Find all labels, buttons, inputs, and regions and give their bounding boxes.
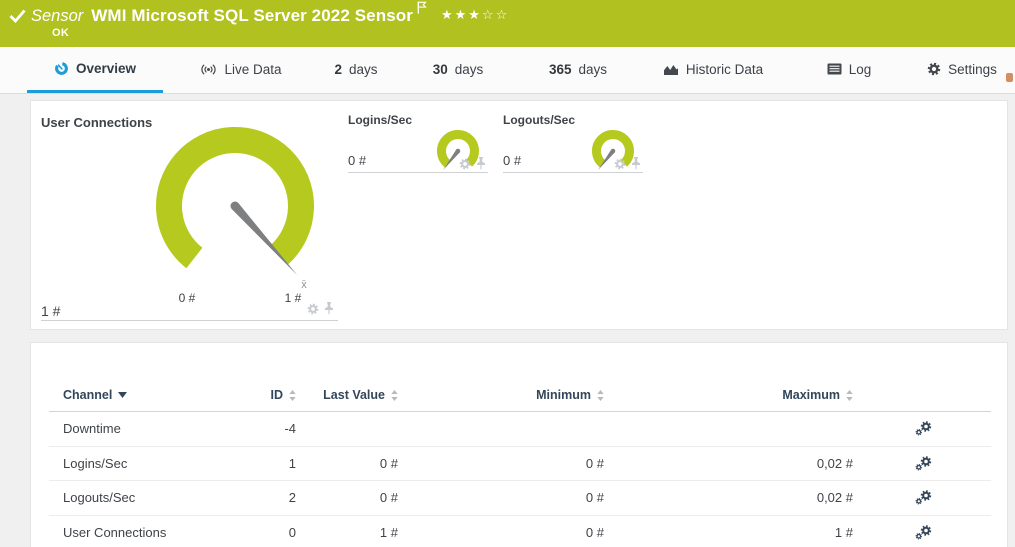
channel-row-downtime[interactable]: Downtime-4 (49, 412, 991, 447)
column-label: Maximum (782, 388, 840, 402)
gauge-current-value: 0 # (348, 153, 366, 168)
tab-overview[interactable]: Overview (27, 47, 163, 93)
cell-channel: User Connections (49, 525, 249, 540)
tab-2-days[interactable]: 2 days (322, 47, 390, 91)
cell-minimum: 0 # (398, 456, 604, 471)
gauge-title: Logouts/Sec (503, 113, 575, 127)
channel-table-panel: Channel ID Last Value Minimum Maximum Downtim… (30, 342, 1008, 547)
gauge-pin-icon[interactable] (324, 302, 334, 315)
flag-icon[interactable] (417, 1, 427, 14)
gauge-settings-gear-icon[interactable] (614, 158, 626, 170)
tab-label: Log (849, 62, 872, 77)
tab-range-number: 365 (549, 62, 572, 77)
tab-label: Historic Data (686, 62, 763, 77)
channel-settings-icon[interactable] (915, 525, 932, 540)
sensor-title: WMI Microsoft SQL Server 2022 Sensor (91, 6, 413, 26)
tab-log[interactable]: Log (818, 47, 880, 91)
channel-row-logouts-sec[interactable]: Logouts/Sec20 #0 #0,02 # (49, 481, 991, 516)
column-header-channel[interactable]: Channel (49, 388, 249, 402)
gauge-pin-icon[interactable] (476, 157, 486, 170)
table-header-row: Channel ID Last Value Minimum Maximum (49, 379, 991, 412)
cell-maximum: 0,02 # (604, 456, 853, 471)
sort-both-icon (289, 390, 296, 401)
sort-both-icon (846, 390, 853, 401)
tab-label: Settings (948, 62, 997, 77)
tab-label: Overview (76, 61, 136, 76)
channel-settings-icon[interactable] (915, 456, 932, 471)
gauge-settings-gear-icon[interactable] (307, 303, 319, 315)
tab-365-days[interactable]: 365 days (536, 47, 620, 91)
object-kind-label: Sensor (31, 7, 83, 26)
tab-range-number: 30 (433, 62, 448, 77)
sort-both-icon (597, 390, 604, 401)
column-header-last_value[interactable]: Last Value (296, 388, 398, 402)
sort-both-icon (391, 390, 398, 401)
status-ok-check-icon (9, 9, 26, 23)
gauge-tile-logins-sec[interactable]: Logins/Sec 0 # (348, 111, 488, 173)
tab-live-data[interactable]: Live Data (185, 47, 297, 91)
tab-bar: Overview Live Data 2 days 30 days 365 days Histo… (0, 47, 1015, 94)
gauges-panel: User Connections0 #1 #x̄1 # Logins/Sec0 … (30, 100, 1008, 330)
broadcast-icon (200, 63, 217, 76)
column-label: Channel (63, 388, 112, 402)
cell-id: 1 (249, 456, 296, 471)
sensor-status-header: Sensor WMI Microsoft SQL Server 2022 Sen… (0, 0, 1015, 47)
gauge-current-value: 0 # (503, 153, 521, 168)
cell-last-value: 1 # (296, 525, 398, 540)
gauge-settings-gear-icon[interactable] (459, 158, 471, 170)
sort-desc-icon (118, 392, 127, 398)
channel-table: Channel ID Last Value Minimum Maximum Downtim… (49, 379, 991, 547)
log-icon (827, 63, 842, 75)
prtg-sensor-page: Sensor WMI Microsoft SQL Server 2022 Sen… (0, 0, 1015, 547)
tab-settings[interactable]: Settings (916, 47, 1008, 91)
tab-label: Live Data (224, 62, 281, 77)
cell-minimum: 0 # (398, 525, 604, 540)
sensor-status-text: OK (52, 27, 69, 39)
channel-settings-icon[interactable] (915, 421, 932, 436)
gauge-scale-min-label: 0 # (167, 291, 207, 305)
gauge-icon (54, 61, 69, 76)
channel-row-logins-sec[interactable]: Logins/Sec10 #0 #0,02 # (49, 447, 991, 482)
column-label: ID (271, 388, 284, 402)
gauge-current-value: 1 # (41, 303, 60, 319)
cell-minimum: 0 # (398, 490, 604, 505)
sensor-title-line: Sensor WMI Microsoft SQL Server 2022 Sen… (31, 6, 509, 26)
tab-label: days (579, 62, 608, 77)
cell-last-value: 0 # (296, 456, 398, 471)
column-header-maximum[interactable]: Maximum (604, 388, 853, 402)
gauge-title: User Connections (41, 115, 152, 130)
gauge-average-marker: x̄ (292, 279, 316, 291)
channel-row-user-connections[interactable]: User Connections01 #0 #1 # (49, 516, 991, 547)
cell-maximum: 0,02 # (604, 490, 853, 505)
cell-channel: Logouts/Sec (49, 490, 249, 505)
column-label: Last Value (323, 388, 385, 402)
cell-channel: Downtime (49, 421, 249, 436)
cell-id: -4 (249, 421, 296, 436)
gear-icon (927, 62, 941, 76)
gauge-pin-icon[interactable] (631, 157, 641, 170)
cell-id: 0 (249, 525, 296, 540)
gauge-tile-user-connections[interactable]: User Connections0 #1 #x̄1 # (41, 111, 338, 321)
priority-stars[interactable]: ★★★☆☆ (441, 8, 509, 23)
area-chart-icon (663, 63, 679, 76)
tab-historic-data[interactable]: Historic Data (652, 47, 774, 91)
tab-30-days[interactable]: 30 days (420, 47, 496, 91)
tab-label: days (349, 62, 378, 77)
cell-maximum: 1 # (604, 525, 853, 540)
gauge-tile-logouts-sec[interactable]: Logouts/Sec 0 # (503, 111, 643, 173)
column-label: Minimum (536, 388, 591, 402)
cell-id: 2 (249, 490, 296, 505)
tab-range-number: 2 (334, 62, 342, 77)
cell-last-value: 0 # (296, 490, 398, 505)
channel-settings-icon[interactable] (915, 490, 932, 505)
gauge-title: Logins/Sec (348, 113, 412, 127)
column-header-id[interactable]: ID (249, 388, 296, 402)
cell-channel: Logins/Sec (49, 456, 249, 471)
column-header-minimum[interactable]: Minimum (398, 388, 604, 402)
tab-label: days (455, 62, 484, 77)
